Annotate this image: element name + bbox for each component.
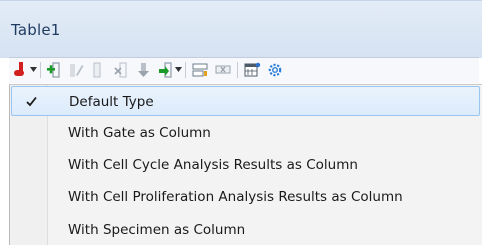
move-down-icon[interactable]	[134, 61, 152, 79]
chevron-down-icon[interactable]	[30, 67, 37, 73]
table-settings-icon[interactable]	[243, 61, 261, 79]
clear-filter-icon[interactable]	[214, 61, 232, 79]
table-type-icon[interactable]	[12, 61, 30, 79]
menu-item-cell-proliferation-column[interactable]: With Cell Proliferation Analysis Results…	[11, 182, 480, 212]
menu-item-label: Default Type	[69, 94, 154, 110]
toolbar-separator	[185, 62, 186, 78]
menu-item-label: With Specimen as Column	[68, 222, 246, 238]
menu-item-gate-column[interactable]: With Gate as Column	[11, 118, 480, 148]
delete-icon[interactable]	[113, 61, 131, 79]
window-title: Table1	[11, 21, 61, 39]
menu-item-label: With Cell Proliferation Analysis Results…	[68, 189, 403, 205]
menu-item-cell-cycle-column[interactable]: With Cell Cycle Analysis Results as Colu…	[11, 150, 480, 180]
edit-icon[interactable]	[67, 61, 85, 79]
toolbar-separator	[40, 62, 41, 78]
insert-column-icon[interactable]	[157, 61, 175, 79]
chevron-down-icon[interactable]	[175, 67, 182, 73]
filter-icon[interactable]	[191, 61, 209, 79]
toolbar	[9, 57, 479, 83]
menu-item-default-type[interactable]: Default Type	[11, 86, 480, 116]
add-row-icon[interactable]	[45, 61, 63, 79]
toolbar-separator	[237, 62, 238, 78]
menu-item-label: With Cell Cycle Analysis Results as Colu…	[68, 157, 358, 173]
checkmark-icon	[26, 96, 37, 107]
gear-icon[interactable]	[266, 61, 284, 79]
table-type-menu: Default Type With Gate as Column With Ce…	[9, 84, 482, 245]
menu-item-label: With Gate as Column	[68, 125, 211, 141]
title-bar: Table1	[0, 0, 482, 58]
column-icon[interactable]	[89, 61, 107, 79]
menu-item-specimen-column[interactable]: With Specimen as Column	[11, 215, 480, 245]
